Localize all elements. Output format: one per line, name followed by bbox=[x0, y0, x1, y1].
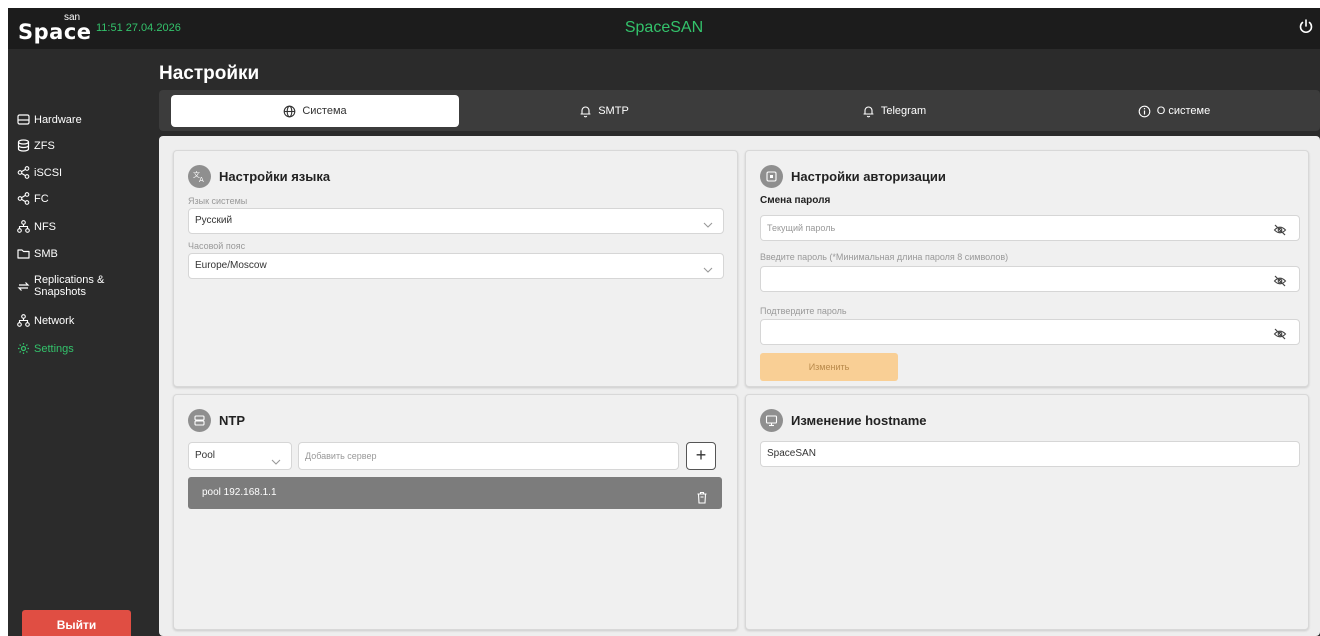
sidebar-item-settings[interactable]: Settings bbox=[17, 342, 74, 355]
add-server-button[interactable]: + bbox=[686, 442, 716, 470]
sidebar-item-zfs[interactable]: ZFS bbox=[17, 139, 55, 152]
tab-label: SMTP bbox=[598, 105, 629, 117]
chevron-down-icon bbox=[703, 261, 713, 273]
sidebar-item-label-line2: Snapshots bbox=[34, 286, 86, 298]
system-language-select[interactable]: Русский bbox=[188, 208, 724, 234]
input-placeholder: Текущий пароль bbox=[767, 223, 836, 233]
current-password-input[interactable]: Текущий пароль bbox=[760, 215, 1300, 241]
card-header: Настройки авторизации bbox=[760, 165, 946, 188]
settings-content: 文A Настройки языка Язык системы Русский … bbox=[159, 136, 1320, 636]
sidebar-item-nfs[interactable]: NFS bbox=[17, 220, 56, 233]
eye-off-icon[interactable] bbox=[1273, 326, 1287, 340]
input-value: SpaceSAN bbox=[767, 448, 816, 459]
sidebar-item-label: Settings bbox=[34, 342, 74, 355]
system-language-label: Язык системы bbox=[188, 196, 248, 206]
sidebar-item-smb[interactable]: SMB bbox=[17, 247, 58, 260]
chevron-down-icon bbox=[703, 216, 713, 228]
app-window: Space san 11:51 27.04.2026 SpaceSAN Hard… bbox=[8, 8, 1320, 636]
hardware-icon bbox=[17, 113, 30, 126]
card-title: Изменение hostname bbox=[791, 413, 927, 428]
card-title: NTP bbox=[219, 413, 245, 428]
language-settings-card: 文A Настройки языка Язык системы Русский … bbox=[173, 150, 738, 387]
card-title: Настройки языка bbox=[219, 169, 331, 184]
tab-label: О системе bbox=[1156, 105, 1211, 117]
translate-icon: 文A bbox=[188, 165, 211, 188]
sidebar-item-label: NFS bbox=[34, 220, 56, 233]
auth-settings-card: Настройки авторизации Смена пароля Текущ… bbox=[745, 150, 1309, 387]
sidebar-item-iscsi[interactable]: iSCSI bbox=[17, 166, 62, 179]
new-password-input[interactable] bbox=[760, 266, 1300, 292]
tab-bar: Система SMTP Telegram О системе bbox=[159, 90, 1320, 131]
tab-system[interactable]: Система bbox=[171, 95, 459, 127]
replication-icon bbox=[17, 280, 30, 293]
database-icon bbox=[17, 139, 30, 152]
trash-icon[interactable] bbox=[696, 486, 708, 504]
card-title: Настройки авторизации bbox=[791, 169, 946, 184]
input-placeholder: Добавить сервер bbox=[305, 451, 377, 461]
sidebar-item-label: iSCSI bbox=[34, 166, 63, 179]
sidebar-item-label: ZFS bbox=[34, 139, 55, 152]
eye-off-icon[interactable] bbox=[1273, 273, 1287, 287]
network-icon bbox=[17, 314, 30, 327]
tab-smtp[interactable]: SMTP bbox=[459, 95, 749, 127]
tab-telegram[interactable]: Telegram bbox=[749, 95, 1039, 127]
sidebar-item-label: FC bbox=[34, 192, 49, 205]
chevron-down-icon bbox=[271, 452, 281, 465]
sidebar-item-label: SMB bbox=[34, 247, 58, 260]
svg-text:A: A bbox=[199, 176, 204, 183]
sidebar-item-label: Hardware bbox=[34, 113, 82, 126]
share-icon bbox=[17, 166, 30, 179]
server-entry-text: pool 192.168.1.1 bbox=[202, 487, 277, 498]
new-password-label: Введите пароль (*Минимальная длина парол… bbox=[760, 252, 1009, 262]
globe-icon bbox=[283, 105, 296, 118]
ntp-server-row: pool 192.168.1.1 bbox=[188, 477, 722, 509]
sidebar-item-label-line1: Replications & bbox=[34, 274, 105, 286]
ntp-server-input[interactable]: Добавить сервер bbox=[298, 442, 679, 470]
card-header: Изменение hostname bbox=[760, 409, 927, 432]
confirm-password-input[interactable] bbox=[760, 319, 1300, 345]
select-value: Europe/Moscow bbox=[195, 260, 267, 271]
hostname-input[interactable]: SpaceSAN bbox=[760, 441, 1300, 467]
logout-button[interactable]: Выйти bbox=[22, 610, 131, 636]
timezone-select[interactable]: Europe/Moscow bbox=[188, 253, 724, 279]
select-value: Pool bbox=[195, 450, 216, 461]
lock-icon bbox=[760, 165, 783, 188]
sidebar-item-hardware[interactable]: Hardware bbox=[17, 113, 82, 126]
page-title: Настройки bbox=[159, 63, 260, 84]
info-icon bbox=[1138, 105, 1151, 118]
folder-icon bbox=[17, 247, 30, 260]
bell-icon bbox=[862, 105, 875, 118]
tab-about[interactable]: О системе bbox=[1039, 95, 1309, 127]
bell-icon bbox=[579, 105, 592, 118]
server-icon bbox=[188, 409, 211, 432]
sidebar-item-network[interactable]: Network bbox=[17, 314, 74, 327]
confirm-password-label: Подтвердите пароль bbox=[760, 306, 847, 316]
app-title: SpaceSAN bbox=[624, 19, 704, 36]
top-bar: Space san 11:51 27.04.2026 SpaceSAN bbox=[8, 8, 1320, 49]
power-icon[interactable] bbox=[1298, 19, 1314, 35]
monitor-icon bbox=[760, 409, 783, 432]
share-icon bbox=[17, 192, 30, 205]
select-value: Русский bbox=[195, 215, 233, 226]
sidebar-item-label: Replications & Snapshots bbox=[34, 274, 104, 298]
network-icon bbox=[17, 220, 30, 233]
card-header: 文A Настройки языка bbox=[188, 165, 330, 188]
tab-label: Telegram bbox=[880, 105, 927, 117]
eye-off-icon[interactable] bbox=[1273, 222, 1287, 236]
hostname-card: Изменение hostname SpaceSAN bbox=[745, 394, 1309, 630]
sidebar: Hardware ZFS iSCSI FC NFS SMB Replicatio… bbox=[8, 49, 153, 636]
change-password-button[interactable]: Изменить bbox=[760, 353, 898, 381]
card-header: NTP bbox=[188, 409, 245, 432]
change-password-subtitle: Смена пароля bbox=[760, 195, 831, 206]
tab-label: Система bbox=[302, 105, 347, 117]
settings-icon bbox=[17, 342, 30, 355]
sidebar-item-replications[interactable]: Replications & Snapshots bbox=[17, 274, 104, 298]
ntp-type-select[interactable]: Pool bbox=[188, 442, 292, 470]
sidebar-item-fc[interactable]: FC bbox=[17, 192, 49, 205]
timezone-label: Часовой пояс bbox=[188, 241, 246, 251]
sidebar-item-label: Network bbox=[34, 314, 75, 327]
ntp-card: NTP Pool Добавить сервер + pool 192.168.… bbox=[173, 394, 738, 630]
